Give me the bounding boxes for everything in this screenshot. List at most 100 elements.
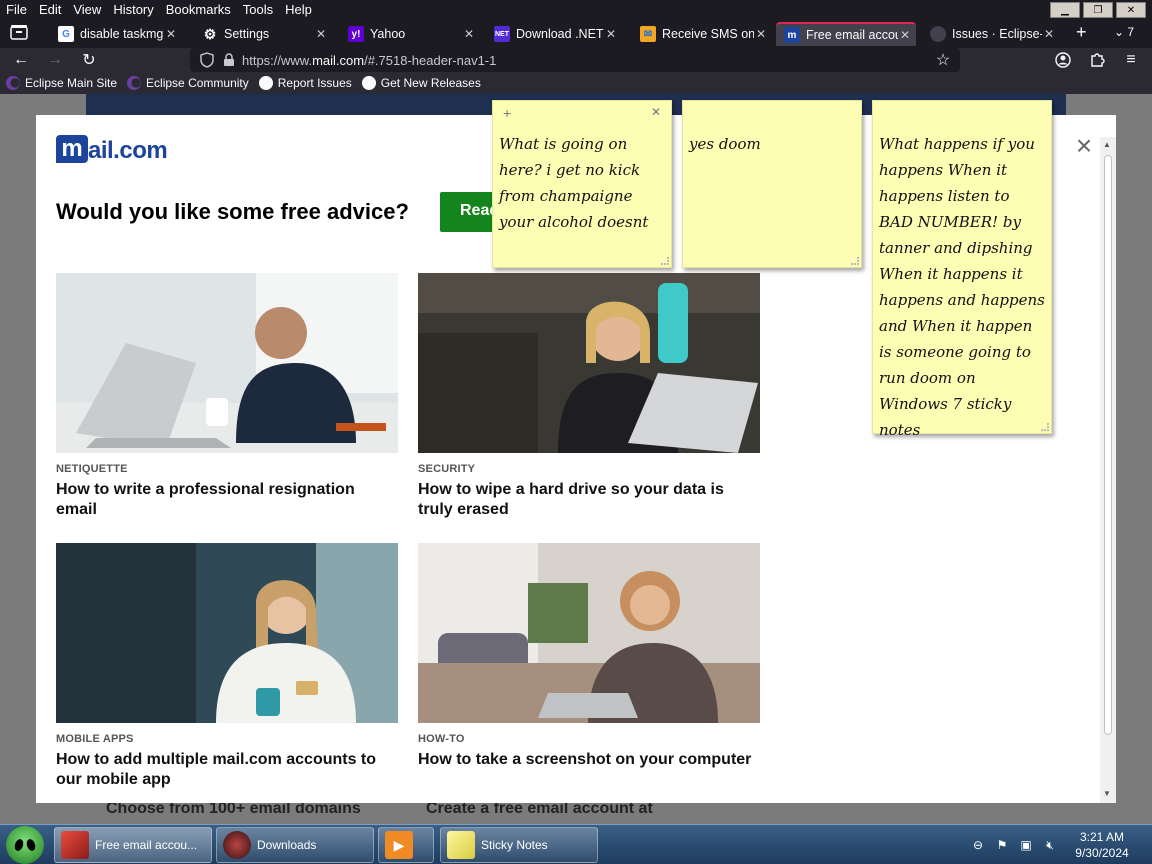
url-host: mail.com [312,52,365,68]
forward-arrow-icon[interactable]: → [44,50,66,70]
alien-eye-left [13,837,25,853]
article-card[interactable]: SECURITY How to wipe a hard drive so you… [418,273,760,520]
close-window-button[interactable]: ✕ [1116,2,1146,18]
scroll-down-arrow-icon[interactable]: ▼ [1103,789,1111,798]
resize-grip-icon[interactable] [1041,423,1049,431]
menu-view[interactable]: View [67,0,107,20]
tab-download-dotnet[interactable]: NET Download .NET F ✕ [486,22,622,46]
menu-help[interactable]: Help [279,0,318,20]
sticky-note-2[interactable]: yes doom [682,100,862,268]
firefox-view-icon[interactable] [10,24,30,44]
sticky-note-text[interactable]: What is going on here? i get no kick fro… [493,127,671,235]
account-icon[interactable] [1052,50,1074,70]
tray-circle-icon[interactable]: ⊖ [970,837,986,853]
taskbar-clock[interactable]: 3:21 AM 9/30/2024 [1066,829,1138,861]
close-tab-icon[interactable]: ✕ [898,28,912,42]
close-tab-icon[interactable]: ✕ [462,27,476,41]
menu-file[interactable]: File [0,0,33,20]
bookmark-eclipse-main-site[interactable]: Eclipse Main Site [6,76,117,90]
tab-disable-taskmgr[interactable]: G disable taskmgr ✕ [50,22,182,46]
reload-icon[interactable]: ↻ [78,50,100,70]
article-category: HOW-TO [418,733,465,745]
sticky-note-1[interactable]: + ✕ What is going on here? i get no kick… [492,100,672,268]
eclipse-icon [6,76,20,90]
tab-settings[interactable]: ⚙ Settings ✕ [194,22,332,46]
close-tab-icon[interactable]: ✕ [314,27,328,41]
google-icon: G [58,26,74,42]
sticky-note-header[interactable]: + ✕ [493,101,671,127]
resize-grip-icon[interactable] [661,257,669,265]
taskbar-item-firefox[interactable]: Free email accou... [54,827,212,863]
start-button-alien-icon[interactable] [6,826,44,864]
tracking-shield-icon[interactable] [198,51,216,69]
close-tab-icon[interactable]: ✕ [1042,27,1056,41]
menu-tools[interactable]: Tools [237,0,279,20]
article-image-woman-phone[interactable] [56,543,398,723]
article-image-laptop-man[interactable] [56,273,398,453]
system-tray: ⊖ ⚑ ▣ 🔇︎ [970,825,1066,864]
tab-issues-eclipse[interactable]: Issues · Eclipse-C ✕ [922,22,1060,46]
sticky-note-text[interactable]: yes doom [683,127,861,157]
sticky-note-header[interactable] [873,101,1051,127]
network-icon[interactable]: ▣ [1018,837,1034,853]
firefox-red-envelope-icon [61,831,89,859]
taskbar-item-media-player[interactable]: ▶ [378,827,434,863]
hamburger-menu-icon[interactable]: ≡ [1120,50,1142,70]
bookmark-label: Report Issues [277,76,352,90]
sticky-note-text[interactable]: What happens if you happens When it happ… [873,127,1051,443]
github-icon [930,26,946,42]
modal-scrollbar[interactable]: ▲ ▼ [1100,137,1116,803]
tab-strip: G disable taskmgr ✕ ⚙ Settings ✕ y! Yaho… [0,20,1152,48]
lock-icon[interactable] [220,51,238,69]
tab-free-email-active[interactable]: m Free email accou ✕ [776,22,916,46]
url-bar[interactable]: https://www.mail.com/#.7518-header-nav1-… [190,48,960,72]
article-headline[interactable]: How to wipe a hard drive so your data is… [418,480,760,520]
scrollbar-thumb[interactable] [1104,155,1112,735]
new-note-plus-icon[interactable]: + [503,105,511,121]
new-tab-plus-icon[interactable]: + [1076,22,1096,43]
tab-receive-sms[interactable]: ✉ Receive SMS onli ✕ [632,22,772,46]
close-tab-icon[interactable]: ✕ [604,27,618,41]
url-text[interactable]: https://www.mail.com/#.7518-header-nav1-… [242,53,496,68]
bookmark-get-new-releases[interactable]: Get New Releases [361,76,481,90]
tab-yahoo[interactable]: y! Yahoo ✕ [340,22,480,46]
article-headline[interactable]: How to add multiple mail.com accounts to… [56,750,398,790]
bookmark-eclipse-community[interactable]: Eclipse Community [127,76,249,90]
alien-eye-right [25,837,37,853]
article-card[interactable]: MOBILE APPS How to add multiple mail.com… [56,543,398,790]
volume-muted-icon[interactable]: 🔇︎ [1042,837,1058,853]
taskbar-item-downloads[interactable]: Downloads [216,827,374,863]
list-all-tabs-button[interactable]: ⌄ 7 [1114,25,1134,39]
article-category: NETIQUETTE [56,463,128,475]
close-tab-icon[interactable]: ✕ [754,27,768,41]
close-tab-icon[interactable]: ✕ [164,27,178,41]
article-image-woman-couch[interactable] [418,543,760,723]
bookmark-star-icon[interactable]: ☆ [934,51,952,69]
scroll-up-arrow-icon[interactable]: ▲ [1103,140,1111,149]
taskbar-item-sticky-notes[interactable]: Sticky Notes [440,827,598,863]
close-modal-icon[interactable]: × [1072,132,1096,160]
article-headline[interactable]: How to write a professional resignation … [56,480,398,520]
menu-history[interactable]: History [107,0,159,20]
sticky-note-header[interactable] [683,101,861,127]
action-center-flag-icon[interactable]: ⚑ [994,837,1010,853]
github-icon [361,76,376,90]
sticky-note-3[interactable]: What happens if you happens When it happ… [872,100,1052,439]
article-headline[interactable]: How to take a screenshot on your compute… [418,750,760,770]
article-image-woman-laptop[interactable] [418,273,760,453]
restore-button[interactable]: ❐ [1083,2,1113,18]
background-page-text: Choose from 100+ email domains Create a … [86,800,1066,824]
mail-com-logo[interactable]: m ail.com [56,135,168,163]
bookmark-report-issues[interactable]: Report Issues [258,76,352,90]
minimize-button[interactable]: ▁ [1050,2,1080,18]
menu-edit[interactable]: Edit [33,0,67,20]
extensions-puzzle-icon[interactable] [1086,50,1108,70]
tab-label: Issues · Eclipse-C [952,27,1042,41]
task-label: Downloads [257,838,317,852]
close-note-icon[interactable]: ✕ [651,105,661,119]
article-card[interactable]: NETIQUETTE How to write a professional r… [56,273,398,520]
menu-bookmarks[interactable]: Bookmarks [160,0,237,20]
resize-grip-icon[interactable] [851,257,859,265]
article-card[interactable]: HOW-TO How to take a screenshot on your … [418,543,760,770]
back-arrow-icon[interactable]: ← [10,50,32,70]
